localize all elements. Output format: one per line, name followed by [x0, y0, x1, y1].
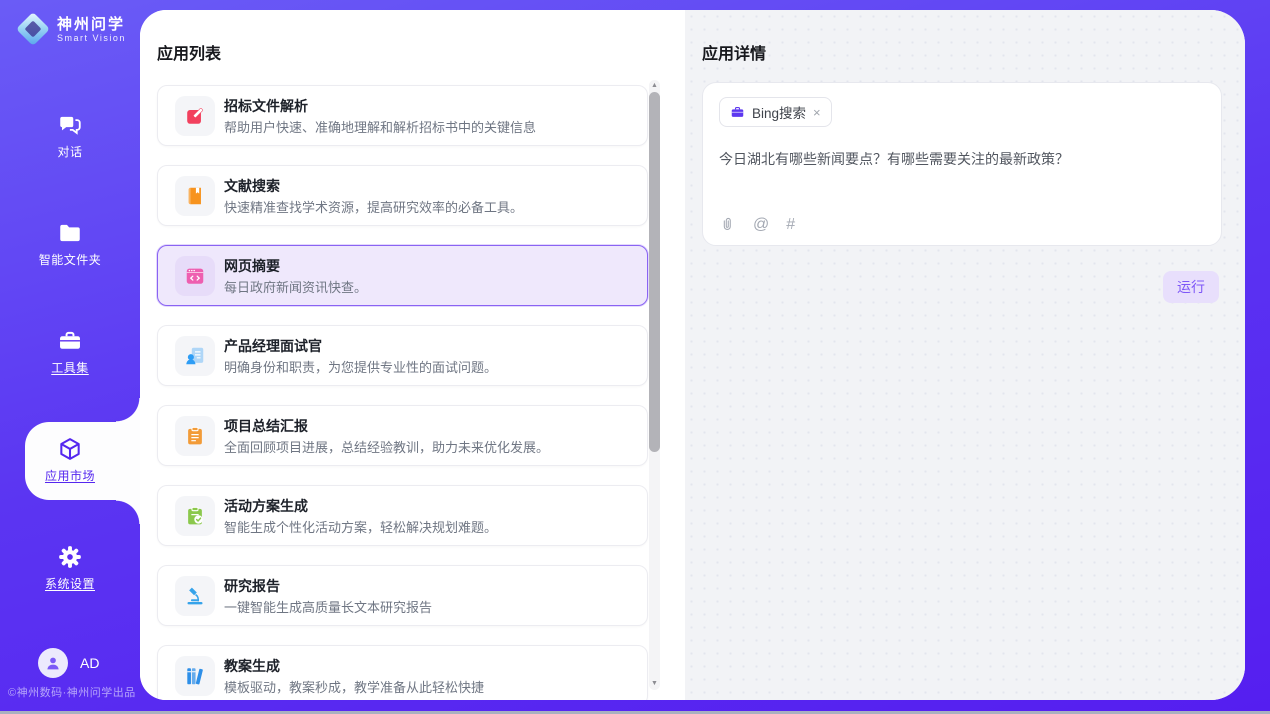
app-card-web-summary[interactable]: 网页摘要 每日政府新闻资讯快查。: [157, 245, 648, 306]
brand: 神州问学 Smart Vision: [18, 14, 126, 44]
copyright-footer: ©神州数码·神州问学出品: [8, 684, 140, 700]
composer-toolbar: @ #: [719, 216, 795, 233]
sidebar-item-smart-folders[interactable]: 智能文件夹: [0, 220, 140, 269]
app-name: 产品经理面试官: [224, 336, 322, 356]
sidebar-item-toolset[interactable]: 工具集: [0, 328, 140, 377]
toolbox-icon: [57, 328, 83, 354]
sidebar-item-label: 对话: [57, 145, 82, 159]
brand-subtitle: Smart Vision: [57, 33, 126, 43]
app-card-event-plan[interactable]: 活动方案生成 智能生成个性化活动方案，轻松解决规划难题。: [157, 485, 648, 546]
app-card-pm-interviewer[interactable]: 产品经理面试官 明确身份和职责，为您提供专业性的面试问题。: [157, 325, 648, 386]
sidebar-item-label: 工具集: [51, 361, 89, 375]
user-name: AD: [80, 655, 99, 671]
app-description: 全面回顾项目进展，总结经验教训，助力未来优化发展。: [224, 437, 549, 456]
scroll-down-icon[interactable]: ▼: [649, 678, 660, 690]
app-description: 模板驱动，教案秒成，教学准备从此轻松快捷: [224, 677, 484, 696]
clipboard-icon: [175, 416, 215, 456]
books-icon: [175, 656, 215, 696]
topic-hash-icon[interactable]: #: [786, 217, 795, 233]
cube-icon: [57, 436, 83, 462]
tool-chip-bing-search[interactable]: Bing搜索 ×: [719, 97, 832, 127]
app-card-bid-document-analysis[interactable]: 招标文件解析 帮助用户快速、准确地理解和解析招标书中的关键信息: [157, 85, 648, 146]
sidebar-item-label: 应用市场: [45, 469, 95, 483]
briefcase-icon: [730, 105, 745, 120]
active-nav-bubble-fillet-bottom: [116, 500, 140, 524]
app-name: 文献搜索: [224, 176, 280, 196]
app-list-scrollbar[interactable]: ▲ ▼: [649, 80, 660, 690]
scroll-up-icon[interactable]: ▲: [649, 80, 660, 92]
app-list-panel: 应用列表 招标文件解析 帮助用户快速、准确地理解和解析招标书中的关键信息 文献搜…: [140, 10, 685, 700]
prompt-card: Bing搜索 × 今日湖北有哪些新闻要点？有哪些需要关注的最新政策？ @ #: [702, 82, 1222, 246]
app-window: 神州问学 Smart Vision 对话 智能文件夹: [0, 0, 1270, 714]
close-icon[interactable]: ×: [813, 106, 821, 119]
book-icon: [175, 176, 215, 216]
person-icon: [44, 654, 62, 672]
brand-text: 神州问学 Smart Vision: [57, 16, 126, 43]
sidebar-item-chat[interactable]: 对话: [0, 112, 140, 161]
avatar: [38, 648, 68, 678]
app-name: 教案生成: [224, 656, 280, 676]
app-description: 智能生成个性化活动方案，轻松解决规划难题。: [224, 517, 497, 536]
query-input[interactable]: 今日湖北有哪些新闻要点？有哪些需要关注的最新政策？: [719, 149, 1205, 169]
app-description: 帮助用户快速、准确地理解和解析招标书中的关键信息: [224, 117, 536, 136]
scrollbar-thumb[interactable]: [649, 92, 660, 452]
app-name: 研究报告: [224, 576, 280, 596]
tool-chip-label: Bing搜索: [752, 102, 806, 122]
chat-icon: [57, 112, 83, 138]
folder-icon: [57, 220, 83, 246]
app-description: 每日政府新闻资讯快查。: [224, 277, 367, 296]
app-description: 快速精准查找学术资源，提高研究效率的必备工具。: [224, 197, 523, 216]
paperclip-icon[interactable]: [719, 216, 736, 233]
app-description: 一键智能生成高质量长文本研究报告: [224, 597, 432, 616]
app-name: 活动方案生成: [224, 496, 308, 516]
browser-code-icon: [175, 256, 215, 296]
gear-icon: [57, 544, 83, 570]
app-card-literature-search[interactable]: 文献搜索 快速精准查找学术资源，提高研究效率的必备工具。: [157, 165, 648, 226]
app-name: 招标文件解析: [224, 96, 308, 116]
brand-logo-icon: [18, 14, 48, 44]
sidebar-item-label: 智能文件夹: [39, 253, 102, 267]
active-nav-bubble-fillet-top: [116, 398, 140, 422]
app-description: 明确身份和职责，为您提供专业性的面试问题。: [224, 357, 497, 376]
app-card-project-summary[interactable]: 项目总结汇报 全面回顾项目进展，总结经验教训，助力未来优化发展。: [157, 405, 648, 466]
edit-document-icon: [175, 96, 215, 136]
app-name: 项目总结汇报: [224, 416, 308, 436]
app-detail-title: 应用详情: [702, 40, 766, 64]
run-button[interactable]: 运行: [1163, 271, 1219, 303]
clipboard-check-icon: [175, 496, 215, 536]
app-card-research-report[interactable]: 研究报告 一键智能生成高质量长文本研究报告: [157, 565, 648, 626]
interviewer-icon: [175, 336, 215, 376]
app-card-lesson-plan[interactable]: 教案生成 模板驱动，教案秒成，教学准备从此轻松快捷: [157, 645, 648, 700]
app-detail-panel: 应用详情 Bing搜索 × 今日湖北有哪些新闻要点？有哪些需要关注的最新政策？: [685, 10, 1245, 700]
app-cards: 招标文件解析 帮助用户快速、准确地理解和解析招标书中的关键信息 文献搜索 快速精…: [157, 85, 648, 700]
sidebar-item-app-market[interactable]: 应用市场: [0, 436, 140, 485]
microscope-icon: [175, 576, 215, 616]
content-area: 应用列表 招标文件解析 帮助用户快速、准确地理解和解析招标书中的关键信息 文献搜…: [140, 10, 1245, 700]
mention-icon[interactable]: @: [753, 217, 769, 233]
brand-name: 神州问学: [57, 16, 126, 33]
app-name: 网页摘要: [224, 256, 280, 276]
sidebar: 神州问学 Smart Vision 对话 智能文件夹: [0, 0, 140, 714]
sidebar-item-settings[interactable]: 系统设置: [0, 544, 140, 593]
sidebar-item-label: 系统设置: [45, 577, 95, 591]
user-profile[interactable]: AD: [38, 648, 99, 678]
app-list-title: 应用列表: [157, 40, 221, 64]
